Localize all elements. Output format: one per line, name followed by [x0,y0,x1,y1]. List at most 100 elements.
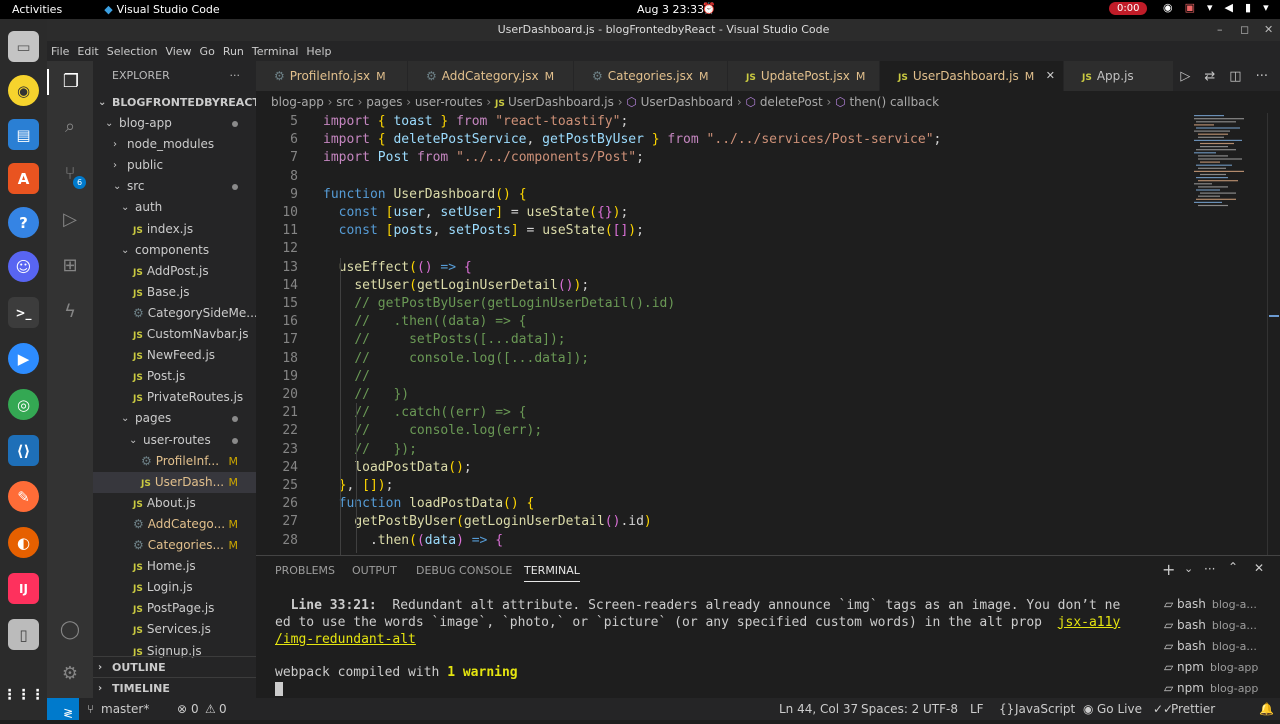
breadcrumb-item[interactable]: deletePost [760,95,823,109]
terminal-instance[interactable]: ▱ npm blog-app [1164,678,1280,699]
clock[interactable]: Aug 3 23:33 [637,3,704,16]
indentation[interactable]: Spaces: 2 [861,702,919,716]
code-line[interactable]: // .then((data) => { [323,314,526,329]
explorer-icon[interactable]: ❐ [47,69,93,95]
more-icon[interactable]: ··· [1256,69,1268,84]
file-item[interactable]: JS Base.js [93,282,256,303]
folder-item[interactable]: ⌄ pages [93,408,256,429]
file-item[interactable]: JS About.js [93,493,256,514]
notifications-icon[interactable]: 🔔 [1259,702,1274,716]
menu-view[interactable]: View [161,45,195,58]
minimap[interactable] [1192,113,1262,213]
app-menu[interactable]: ◆ Visual Studio Code [104,3,220,16]
extensions-icon[interactable]: ⊞ [57,253,83,279]
code-line[interactable]: // console.log([...data]); [323,351,589,366]
code-line[interactable]: useEffect(() => { [323,260,472,275]
tab-profileinfo-jsx[interactable]: ⚙ ProfileInfo.jsx M [256,61,408,91]
code-line[interactable]: // .catch((err) => { [323,405,526,420]
terminal-instance[interactable]: ▱ bash blog-a... [1164,636,1280,657]
code-line[interactable]: import { toast } from "react-toastify"; [323,114,628,129]
run-debug-icon[interactable]: ▷ [57,207,83,233]
terminal-icon[interactable]: >_ [8,297,39,328]
breadcrumb-item[interactable]: pages [366,95,402,109]
code-line[interactable]: getPostByUser(getLoginUserDetail().id) [323,514,651,529]
system-tray[interactable]: ◉ ▣ ▾ ◀ ▮ ▾ [1163,1,1269,14]
code-line[interactable]: loadPostData(); [323,460,471,475]
folder-item[interactable]: ⌄ blog-app [93,113,256,134]
git-branch[interactable]: master* [101,702,149,716]
code-line[interactable]: // [323,369,370,384]
terminal-instance[interactable]: ▱ bash blog-a... [1164,594,1280,615]
code-line[interactable]: import Post from "../../components/Post"… [323,150,644,165]
file-item[interactable]: JS PrivateRoutes.js [93,387,256,408]
terminal-instance[interactable]: ▱ bash blog-a... [1164,615,1280,636]
folder-item[interactable]: › public [93,155,256,176]
menu-edit[interactable]: Edit [73,45,102,58]
breadcrumb-item[interactable]: UserDashboard [641,95,733,109]
show-apps-icon[interactable]: ⋮⋮⋮ [3,679,45,710]
more-actions-icon[interactable]: ··· [230,61,241,91]
file-item[interactable]: JS Home.js [93,556,256,577]
firefox-icon[interactable]: ◐ [8,527,39,558]
restore-button[interactable]: ◻ [1240,19,1249,41]
menu-selection[interactable]: Selection [103,45,162,58]
recording-indicator[interactable]: 0:00 [1109,2,1148,15]
trash-icon[interactable]: ▯ [8,619,39,650]
new-terminal-icon[interactable]: + [1162,560,1175,579]
account-icon[interactable]: ◯ [57,617,83,643]
close-tab-icon[interactable]: ✕ [1046,61,1055,91]
prettier-button[interactable]: Prettier [1171,702,1215,716]
settings-gear-icon[interactable]: ⚙ [57,661,83,687]
compare-icon[interactable]: ⇄ [1204,69,1215,84]
line-ending[interactable]: LF [970,702,984,716]
code-line[interactable]: // }) [323,387,409,402]
folder-item[interactable]: ⌄ auth [93,197,256,218]
outline-section[interactable]: › OUTLINE [93,656,256,677]
code-line[interactable]: const [user, setUser] = useState({}); [323,205,629,220]
file-item[interactable]: ⚙ Categories... M [93,535,256,556]
encoding[interactable]: UTF-8 [923,702,958,716]
folder-item[interactable]: › node_modules [93,134,256,155]
tab-addcategory-jsx[interactable]: ⚙ AddCategory.jsx M [408,61,574,91]
file-item[interactable]: JS NewFeed.js [93,345,256,366]
file-item[interactable]: JS UserDash... M [93,471,256,493]
lint-rule-link[interactable]: jsx-a11y [1058,615,1121,630]
terminal-instance[interactable]: ▱ npm blog-app [1164,657,1280,678]
tab-terminal[interactable]: TERMINAL [524,564,580,582]
file-item[interactable]: JS index.js [93,219,256,240]
remote-indicator[interactable]: ≷ [47,698,79,720]
tab-userdashboard-js[interactable]: JS UserDashboard.js M ✕ [880,61,1064,91]
breadcrumb-item[interactable]: src [336,95,354,109]
files-icon[interactable]: ▭ [8,31,39,62]
folder-item[interactable]: ⌄ src [93,176,256,197]
tab-app-js[interactable]: JS App.js [1064,61,1174,91]
more-actions-icon[interactable]: ··· [1204,562,1215,576]
vscode-dock-icon[interactable]: ⟨⟩ [8,435,39,466]
run-icon[interactable]: ▷ [1180,69,1190,84]
tab-output[interactable]: OUTPUT [352,564,397,577]
file-item[interactable]: JS AddPost.js [93,261,256,282]
close-window-button[interactable]: ✕ [1264,19,1273,41]
file-item[interactable]: JS CustomNavbar.js [93,324,256,345]
folder-item[interactable]: ⌄ components [93,240,256,261]
activities-button[interactable]: Activities [12,3,62,16]
close-panel-icon[interactable]: ✕ [1254,561,1264,575]
split-editor-icon[interactable]: ◫ [1229,69,1241,84]
menu-run[interactable]: Run [219,45,248,58]
breadcrumb-item[interactable]: UserDashboard.js [508,95,614,109]
code-line[interactable]: function loadPostData() { [323,496,535,511]
folder-item[interactable]: ⌄ user-routes [93,430,256,451]
file-item[interactable]: ⚙ CategorySideMe... [93,303,256,324]
maximize-panel-icon[interactable]: ⌃ [1228,560,1238,574]
file-item[interactable]: JS Services.js [93,619,256,640]
code-line[interactable]: setUser(getLoginUserDetail()); [323,278,589,293]
tab-problems[interactable]: PROBLEMS [275,564,335,577]
postman-icon[interactable]: ✎ [8,481,39,512]
error-count[interactable]: 0 [191,702,199,716]
file-item[interactable]: JS Post.js [93,366,256,387]
code-line[interactable]: const [posts, setPosts] = useState([]); [323,223,644,238]
zoom-icon[interactable]: ▶ [8,343,39,374]
code-line[interactable]: .then((data) => { [323,533,503,548]
thunder-client-icon[interactable]: ϟ [57,299,83,325]
code-line[interactable]: import { deletePostService, getPostByUse… [323,132,941,147]
